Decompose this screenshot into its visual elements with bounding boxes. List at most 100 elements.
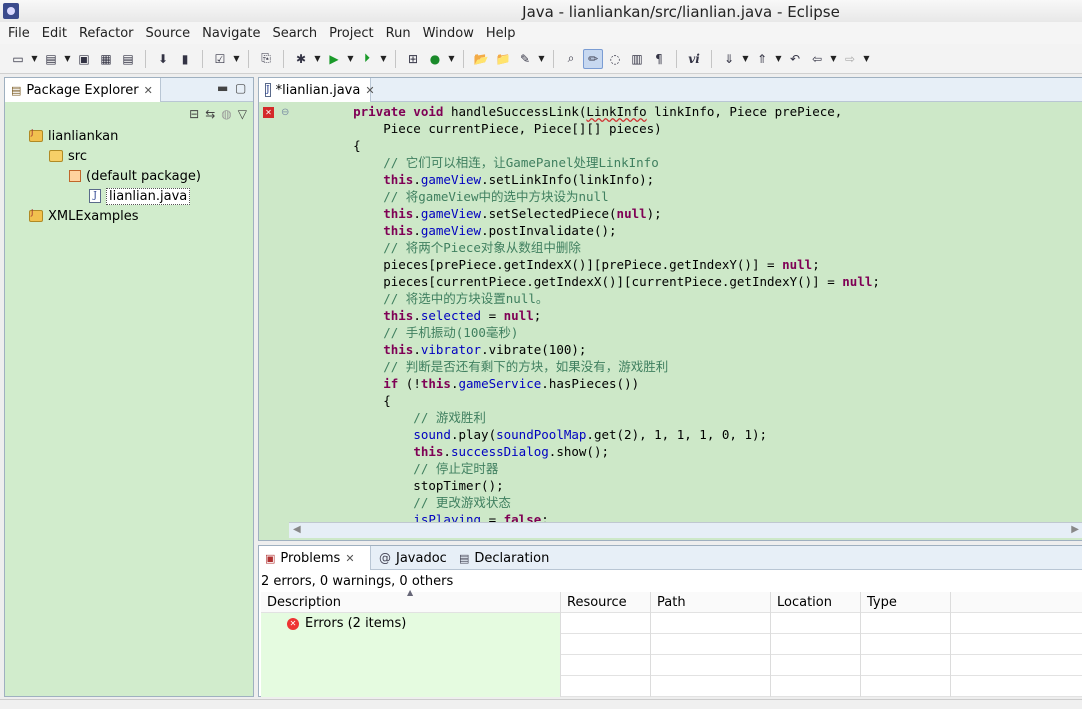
new-wizard-dropdown-icon[interactable]: ▼ xyxy=(63,49,72,69)
tree-item-label: lianlian.java xyxy=(106,187,191,205)
close-icon[interactable]: ✕ xyxy=(365,84,374,97)
search-icon[interactable]: ⌕ xyxy=(561,49,581,69)
build-icon[interactable]: ⬇ xyxy=(153,49,173,69)
close-icon[interactable]: ✕ xyxy=(345,552,354,565)
table-row[interactable]: ✕ Errors (2 items) xyxy=(261,613,1082,634)
menu-file[interactable]: File xyxy=(2,26,36,41)
menu-navigate[interactable]: Navigate xyxy=(196,26,266,41)
package-icon xyxy=(69,170,81,182)
scroll-right-icon[interactable]: ▶ xyxy=(1071,524,1079,535)
maximize-icon[interactable]: ▢ xyxy=(235,81,246,95)
new-wizard-icon[interactable]: ▤ xyxy=(41,49,61,69)
android-sdk-icon[interactable]: ▮ xyxy=(175,49,195,69)
table-row xyxy=(261,676,1082,697)
next-annotation-icon[interactable]: ⇓ xyxy=(719,49,739,69)
toolbar-separator xyxy=(676,49,677,68)
menu-run[interactable]: Run xyxy=(380,26,417,41)
new-package-icon[interactable]: ⊞ xyxy=(403,49,423,69)
close-icon[interactable]: ✕ xyxy=(144,84,153,97)
row-path xyxy=(651,613,771,634)
tab-package-explorer[interactable]: ▤ Package Explorer ✕ xyxy=(5,78,161,102)
code-comment: // 将选中的方块设置null。 xyxy=(323,291,549,306)
column-header-type[interactable]: Type xyxy=(861,592,951,613)
forward-icon[interactable]: ⇨ xyxy=(840,49,860,69)
view-menu-icon[interactable]: ▽ xyxy=(238,107,247,121)
run-dropdown-icon[interactable]: ▼ xyxy=(346,49,355,69)
new-icon[interactable]: ▭ xyxy=(8,49,28,69)
column-header-resource[interactable]: Resource xyxy=(561,592,651,613)
fold-collapse-icon[interactable]: ⊖ xyxy=(281,107,289,118)
debug-icon[interactable]: ✱ xyxy=(291,49,311,69)
new-class-dropdown-icon[interactable]: ▼ xyxy=(447,49,456,69)
run-icon[interactable]: ▶ xyxy=(324,49,344,69)
scroll-left-icon[interactable]: ◀ xyxy=(293,524,301,535)
last-edit-icon[interactable]: ↶ xyxy=(785,49,805,69)
back-dropdown-icon[interactable]: ▼ xyxy=(829,49,838,69)
empty-cell xyxy=(651,676,771,697)
print-icon[interactable]: ▤ xyxy=(118,49,138,69)
block-selection-icon[interactable]: ◌ xyxy=(605,49,625,69)
javadoc-icon: @ xyxy=(379,551,391,565)
menu-edit[interactable]: Edit xyxy=(36,26,73,41)
menu-search[interactable]: Search xyxy=(266,26,323,41)
menu-source[interactable]: Source xyxy=(140,26,197,41)
project-icon xyxy=(29,128,43,142)
code-line: if (!this.gameService.hasPieces()) xyxy=(383,376,640,391)
open-type-icon[interactable]: ⎘ xyxy=(256,49,276,69)
wand-dropdown-icon[interactable]: ▼ xyxy=(537,49,546,69)
vi-icon[interactable]: vi xyxy=(684,49,704,69)
code-area[interactable]: private void handleSuccessLink(LinkInfo … xyxy=(323,103,1082,523)
prev-annotation-dropdown-icon[interactable]: ▼ xyxy=(774,49,783,69)
code-line: this.vibrator.vibrate(100); xyxy=(383,342,587,357)
save-icon[interactable]: ▣ xyxy=(74,49,94,69)
focus-icon[interactable]: ◍ xyxy=(221,107,231,121)
mark-occurrences-icon[interactable]: ✏ xyxy=(583,48,603,69)
forward-dropdown-icon[interactable]: ▼ xyxy=(862,49,871,69)
external-tools-icon[interactable]: ⏵ xyxy=(357,49,377,69)
menu-refactor[interactable]: Refactor xyxy=(73,26,140,41)
problems-table: ▲ Description Resource Path Location Typ… xyxy=(261,588,1082,697)
menu-project[interactable]: Project xyxy=(323,26,379,41)
open-folder-icon[interactable]: 📂 xyxy=(471,49,491,69)
empty-cell xyxy=(261,634,561,655)
menu-window[interactable]: Window xyxy=(417,26,480,41)
task-icon[interactable]: ☑ xyxy=(210,49,230,69)
link-with-editor-icon[interactable]: ⇆ xyxy=(205,107,215,121)
new-dropdown-icon[interactable]: ▼ xyxy=(30,49,39,69)
column-header-path[interactable]: Path xyxy=(651,592,771,613)
row-type xyxy=(861,613,951,634)
tree-item-lianlian-java[interactable]: J lianlian.java xyxy=(89,186,191,206)
collapse-all-icon[interactable]: ⊟ xyxy=(189,107,199,121)
debug-dropdown-icon[interactable]: ▼ xyxy=(313,49,322,69)
external-tools-dropdown-icon[interactable]: ▼ xyxy=(379,49,388,69)
menu-help[interactable]: Help xyxy=(480,26,522,41)
empty-cell xyxy=(771,655,861,676)
back-icon[interactable]: ⇦ xyxy=(807,49,827,69)
code-comment: // 判断是否还有剩下的方块，如果没有，游戏胜利 xyxy=(323,359,669,374)
show-whitespace-icon[interactable]: ▥ xyxy=(627,49,647,69)
open-project-icon[interactable]: 📁 xyxy=(493,49,513,69)
column-header-description[interactable]: Description xyxy=(261,592,561,613)
tree-item-src[interactable]: src xyxy=(49,146,87,166)
tree-item-default-package[interactable]: (default package) xyxy=(69,166,201,186)
prev-annotation-icon[interactable]: ⇑ xyxy=(752,49,772,69)
column-header-location[interactable]: Location xyxy=(771,592,861,613)
tab-problems[interactable]: ▣ Problems ✕ xyxy=(259,546,371,570)
new-class-icon[interactable]: ● xyxy=(425,49,445,69)
tab-javadoc[interactable]: @ Javadoc xyxy=(373,546,451,570)
minimize-icon[interactable]: ▬ xyxy=(217,81,228,95)
code-comment: // 游戏胜利 xyxy=(323,410,486,425)
tab-declaration[interactable]: ▤ Declaration xyxy=(453,546,549,570)
tree-item-xmlexamples[interactable]: XMLExamples xyxy=(29,206,139,226)
table-row xyxy=(261,634,1082,655)
save-all-icon[interactable]: ▦ xyxy=(96,49,116,69)
wand-icon[interactable]: ✎ xyxy=(515,49,535,69)
next-annotation-dropdown-icon[interactable]: ▼ xyxy=(741,49,750,69)
tree-item-lianliankan[interactable]: lianliankan xyxy=(29,126,118,146)
task-dropdown-icon[interactable]: ▼ xyxy=(232,49,241,69)
horizontal-scrollbar[interactable]: ◀ ▶ xyxy=(289,522,1082,538)
tab-lianlian-java[interactable]: J *lianlian.java ✕ xyxy=(259,78,375,102)
error-marker-icon[interactable]: ✕ xyxy=(263,107,274,118)
paragraph-icon[interactable]: ¶ xyxy=(649,49,669,69)
code-comment: // 更改游戏状态 xyxy=(323,495,511,510)
